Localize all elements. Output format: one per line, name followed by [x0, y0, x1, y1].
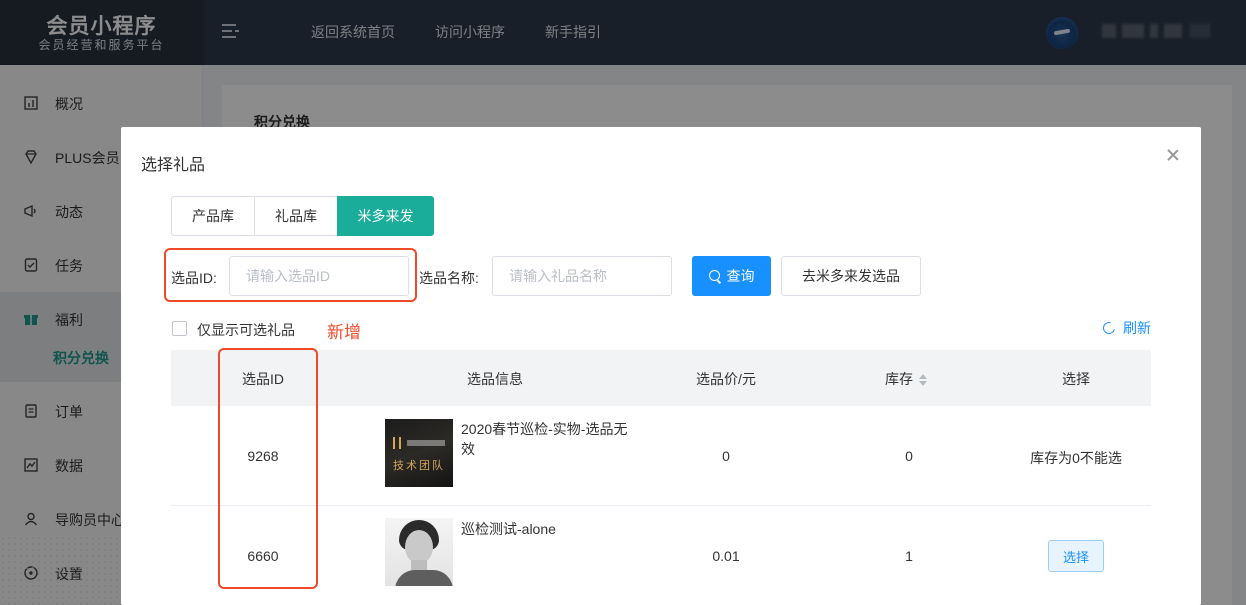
annotation-new-label: 新增	[327, 323, 361, 342]
query-button-label: 查询	[726, 268, 755, 284]
table-header: 选品ID 选品信息 选品价/元 库存 选择	[171, 350, 1151, 406]
th-stock[interactable]: 库存	[885, 369, 927, 389]
select-gift-modal: 选择礼品 产品库 礼品库 米多来发 选品ID: 选品名称: 查询 去米多来发选品…	[121, 127, 1201, 605]
annotation-box-id-column	[218, 348, 318, 589]
cell-product-name: 2020春节巡检-实物-选品无效	[461, 421, 628, 457]
cell-price: 0.01	[712, 548, 740, 564]
selection-name-input[interactable]	[492, 256, 672, 296]
product-thumbnail: 技术团队	[385, 419, 453, 487]
tab-product-library[interactable]: 产品库	[171, 196, 255, 236]
only-selectable-label[interactable]: 仅显示可选礼品	[197, 320, 295, 340]
product-thumbnail	[385, 518, 453, 586]
cell-product-name: 巡检测试-alone	[461, 521, 556, 537]
search-icon	[708, 269, 720, 281]
th-select: 选择	[1062, 371, 1090, 387]
cell-select-unavailable: 库存为0不能选	[1030, 450, 1122, 466]
select-button[interactable]: 选择	[1048, 540, 1104, 572]
th-selection-info: 选品信息	[467, 371, 523, 387]
table-row: 9268 技术团队 2020春节巡检-实物-选品无效 0 0 库存为0不能选	[171, 406, 1151, 506]
table-row: 6660 巡检测试-alone 0.01 1 选择	[171, 506, 1151, 605]
tab-miduo-laifa[interactable]: 米多来发	[337, 196, 434, 236]
tab-gift-library[interactable]: 礼品库	[254, 196, 338, 236]
modal-title: 选择礼品	[141, 157, 206, 174]
query-button[interactable]: 查询	[692, 256, 771, 296]
annotation-box-id-filter	[164, 248, 417, 302]
selection-name-label: 选品名称:	[419, 270, 479, 286]
cell-stock: 1	[905, 548, 913, 564]
thumbnail-text: 技术团队	[393, 460, 445, 472]
th-price: 选品价/元	[696, 371, 756, 387]
th-stock-label: 库存	[885, 371, 913, 387]
refresh-label: 刷新	[1123, 320, 1151, 336]
only-selectable-checkbox[interactable]	[172, 321, 187, 336]
go-select-button[interactable]: 去米多来发选品	[781, 256, 921, 296]
refresh-icon	[1100, 319, 1118, 337]
cell-price: 0	[722, 448, 730, 464]
close-icon[interactable]	[1165, 147, 1181, 163]
sort-icon[interactable]	[919, 374, 927, 387]
refresh-link[interactable]: 刷新	[1100, 318, 1151, 338]
cell-stock: 0	[905, 448, 913, 464]
source-tabs: 产品库 礼品库 米多来发	[171, 196, 434, 236]
